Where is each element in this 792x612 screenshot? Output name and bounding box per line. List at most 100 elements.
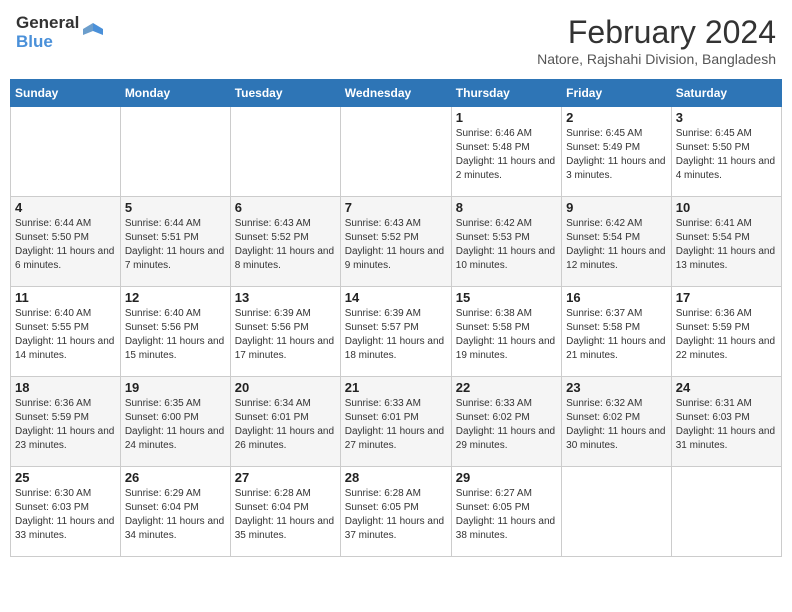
day-info: Sunrise: 6:33 AM Sunset: 6:01 PM Dayligh…: [345, 397, 447, 453]
day-info: Sunrise: 6:40 AM Sunset: 5:56 PM Dayligh…: [125, 307, 226, 363]
day-info: Sunrise: 6:34 AM Sunset: 6:01 PM Dayligh…: [235, 397, 336, 453]
day-info: Sunrise: 6:36 AM Sunset: 5:59 PM Dayligh…: [15, 397, 116, 453]
title-area: February 2024 Natore, Rajshahi Division,…: [537, 14, 776, 67]
day-number: 16: [566, 290, 667, 305]
day-info: Sunrise: 6:37 AM Sunset: 5:58 PM Dayligh…: [566, 307, 667, 363]
day-number: 27: [235, 470, 336, 485]
calendar-cell: [340, 107, 451, 197]
calendar-week-row: 1Sunrise: 6:46 AM Sunset: 5:48 PM Daylig…: [11, 107, 782, 197]
day-number: 22: [456, 380, 557, 395]
calendar-cell: 3 Sunrise: 6:45 AM Sunset: 5:50 PM Daylig…: [671, 107, 781, 197]
calendar-cell: 14 Sunrise: 6:39 AM Sunset: 5:57 PM Dayli…: [340, 287, 451, 377]
calendar-cell: 22 Sunrise: 6:33 AM Sunset: 6:02 PM Dayli…: [451, 377, 561, 467]
day-number: 20: [235, 380, 336, 395]
day-info: Sunrise: 6:28 AM Sunset: 6:04 PM Dayligh…: [235, 487, 336, 543]
day-info: Sunrise: 6:41 AM Sunset: 5:54 PM Dayligh…: [676, 217, 777, 273]
calendar-cell: 17 Sunrise: 6:36 AM Sunset: 5:59 PM Dayli…: [671, 287, 781, 377]
day-info: Sunrise: 6:28 AM Sunset: 6:05 PM Dayligh…: [345, 487, 447, 543]
day-number: 25: [15, 470, 116, 485]
calendar-cell: 11Sunrise: 6:40 AM Sunset: 5:55 PM Dayli…: [11, 287, 121, 377]
day-info: Sunrise: 6:39 AM Sunset: 5:57 PM Dayligh…: [345, 307, 447, 363]
calendar-cell: 24 Sunrise: 6:31 AM Sunset: 6:03 PM Dayli…: [671, 377, 781, 467]
calendar-cell: [120, 107, 230, 197]
calendar-cell: 28 Sunrise: 6:28 AM Sunset: 6:05 PM Dayli…: [340, 467, 451, 557]
day-number: 4: [15, 200, 116, 215]
logo-text: General Blue: [16, 14, 79, 51]
day-info: Sunrise: 6:44 AM Sunset: 5:51 PM Dayligh…: [125, 217, 226, 273]
day-number: 8: [456, 200, 557, 215]
day-number: 12: [125, 290, 226, 305]
calendar-cell: 26 Sunrise: 6:29 AM Sunset: 6:04 PM Dayli…: [120, 467, 230, 557]
calendar-week-row: 4Sunrise: 6:44 AM Sunset: 5:50 PM Daylig…: [11, 197, 782, 287]
day-info: Sunrise: 6:36 AM Sunset: 5:59 PM Dayligh…: [676, 307, 777, 363]
col-header-saturday: Saturday: [671, 80, 781, 107]
day-number: 26: [125, 470, 226, 485]
day-number: 23: [566, 380, 667, 395]
day-info: Sunrise: 6:42 AM Sunset: 5:53 PM Dayligh…: [456, 217, 557, 273]
calendar-cell: 1Sunrise: 6:46 AM Sunset: 5:48 PM Daylig…: [451, 107, 561, 197]
calendar-cell: 4Sunrise: 6:44 AM Sunset: 5:50 PM Daylig…: [11, 197, 121, 287]
calendar-cell: 16 Sunrise: 6:37 AM Sunset: 5:58 PM Dayli…: [562, 287, 672, 377]
day-info: Sunrise: 6:45 AM Sunset: 5:50 PM Dayligh…: [676, 127, 777, 183]
day-number: 13: [235, 290, 336, 305]
calendar-cell: 23 Sunrise: 6:32 AM Sunset: 6:02 PM Dayli…: [562, 377, 672, 467]
calendar-cell: [671, 467, 781, 557]
day-number: 24: [676, 380, 777, 395]
calendar-cell: 25 Sunrise: 6:30 AM Sunset: 6:03 PM Dayli…: [11, 467, 121, 557]
day-number: 17: [676, 290, 777, 305]
day-info: Sunrise: 6:38 AM Sunset: 5:58 PM Dayligh…: [456, 307, 557, 363]
day-info: Sunrise: 6:27 AM Sunset: 6:05 PM Dayligh…: [456, 487, 557, 543]
day-info: Sunrise: 6:40 AM Sunset: 5:55 PM Dayligh…: [15, 307, 116, 363]
day-number: 28: [345, 470, 447, 485]
calendar-week-row: 18 Sunrise: 6:36 AM Sunset: 5:59 PM Dayli…: [11, 377, 782, 467]
calendar-cell: 2 Sunrise: 6:45 AM Sunset: 5:49 PM Daylig…: [562, 107, 672, 197]
day-number: 3: [676, 110, 777, 125]
day-info: Sunrise: 6:39 AM Sunset: 5:56 PM Dayligh…: [235, 307, 336, 363]
day-info: Sunrise: 6:42 AM Sunset: 5:54 PM Dayligh…: [566, 217, 667, 273]
day-number: 5: [125, 200, 226, 215]
calendar-cell: [562, 467, 672, 557]
calendar-table: SundayMondayTuesdayWednesdayThursdayFrid…: [10, 79, 782, 557]
day-number: 18: [15, 380, 116, 395]
day-info: Sunrise: 6:30 AM Sunset: 6:03 PM Dayligh…: [15, 487, 116, 543]
day-info: Sunrise: 6:43 AM Sunset: 5:52 PM Dayligh…: [235, 217, 336, 273]
calendar-cell: [230, 107, 340, 197]
page-subtitle: Natore, Rajshahi Division, Bangladesh: [537, 51, 776, 67]
day-number: 6: [235, 200, 336, 215]
day-number: 9: [566, 200, 667, 215]
col-header-tuesday: Tuesday: [230, 80, 340, 107]
day-number: 1: [456, 110, 557, 125]
calendar-cell: 27 Sunrise: 6:28 AM Sunset: 6:04 PM Dayli…: [230, 467, 340, 557]
day-number: 2: [566, 110, 667, 125]
day-info: Sunrise: 6:45 AM Sunset: 5:49 PM Dayligh…: [566, 127, 667, 183]
day-number: 14: [345, 290, 447, 305]
calendar-week-row: 25 Sunrise: 6:30 AM Sunset: 6:03 PM Dayli…: [11, 467, 782, 557]
logo: General Blue: [16, 14, 103, 51]
day-number: 29: [456, 470, 557, 485]
calendar-header-row: SundayMondayTuesdayWednesdayThursdayFrid…: [11, 80, 782, 107]
day-info: Sunrise: 6:31 AM Sunset: 6:03 PM Dayligh…: [676, 397, 777, 453]
calendar-cell: 5 Sunrise: 6:44 AM Sunset: 5:51 PM Daylig…: [120, 197, 230, 287]
day-info: Sunrise: 6:29 AM Sunset: 6:04 PM Dayligh…: [125, 487, 226, 543]
calendar-cell: 21Sunrise: 6:33 AM Sunset: 6:01 PM Dayli…: [340, 377, 451, 467]
calendar-week-row: 11Sunrise: 6:40 AM Sunset: 5:55 PM Dayli…: [11, 287, 782, 377]
calendar-cell: 8 Sunrise: 6:42 AM Sunset: 5:53 PM Daylig…: [451, 197, 561, 287]
day-info: Sunrise: 6:32 AM Sunset: 6:02 PM Dayligh…: [566, 397, 667, 453]
calendar-cell: 6 Sunrise: 6:43 AM Sunset: 5:52 PM Daylig…: [230, 197, 340, 287]
calendar-cell: 20 Sunrise: 6:34 AM Sunset: 6:01 PM Dayli…: [230, 377, 340, 467]
calendar-cell: 10 Sunrise: 6:41 AM Sunset: 5:54 PM Dayli…: [671, 197, 781, 287]
col-header-wednesday: Wednesday: [340, 80, 451, 107]
calendar-cell: 7Sunrise: 6:43 AM Sunset: 5:52 PM Daylig…: [340, 197, 451, 287]
day-number: 15: [456, 290, 557, 305]
calendar-cell: 15 Sunrise: 6:38 AM Sunset: 5:58 PM Dayli…: [451, 287, 561, 377]
calendar-cell: 13 Sunrise: 6:39 AM Sunset: 5:56 PM Dayli…: [230, 287, 340, 377]
day-info: Sunrise: 6:43 AM Sunset: 5:52 PM Dayligh…: [345, 217, 447, 273]
calendar-cell: 29 Sunrise: 6:27 AM Sunset: 6:05 PM Dayli…: [451, 467, 561, 557]
day-info: Sunrise: 6:33 AM Sunset: 6:02 PM Dayligh…: [456, 397, 557, 453]
col-header-monday: Monday: [120, 80, 230, 107]
calendar-cell: 9 Sunrise: 6:42 AM Sunset: 5:54 PM Daylig…: [562, 197, 672, 287]
col-header-sunday: Sunday: [11, 80, 121, 107]
logo-bird-icon: [83, 21, 103, 41]
calendar-cell: [11, 107, 121, 197]
day-number: 10: [676, 200, 777, 215]
